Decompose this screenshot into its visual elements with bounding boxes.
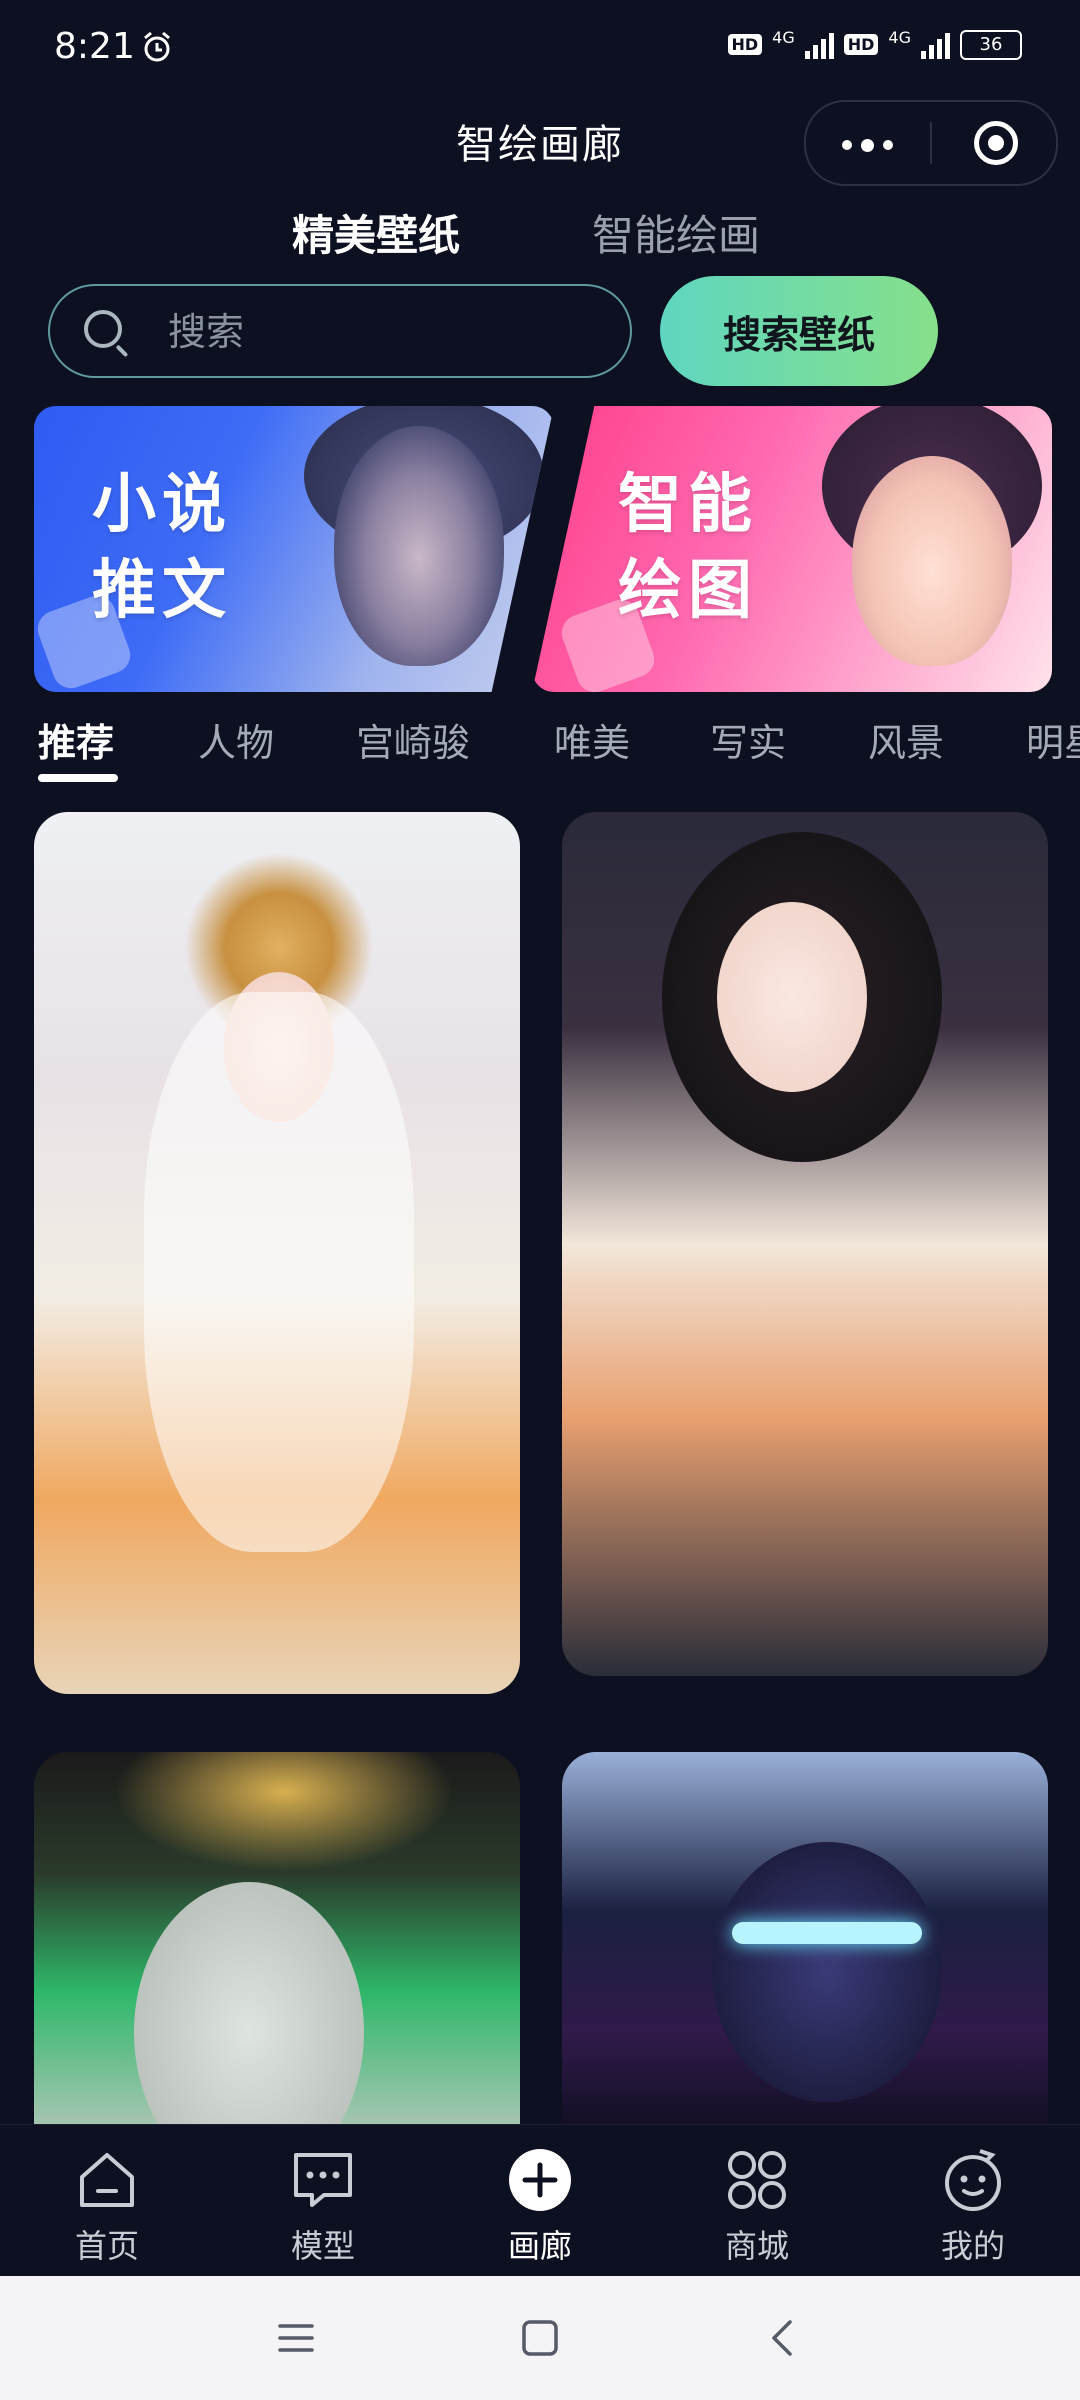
close-target-icon[interactable] xyxy=(974,121,1018,165)
search-wallpaper-button[interactable]: 搜索壁纸 xyxy=(660,276,938,386)
nav-profile[interactable]: 我的 xyxy=(898,2125,1048,2277)
banner-title-line2: 绘图 xyxy=(618,554,758,628)
banner-ai-drawing[interactable]: 智能 绘图 xyxy=(532,406,1052,692)
category-tab-miyazaki[interactable]: 宫崎骏 xyxy=(356,712,470,767)
tab-ai-painting[interactable]: 智能绘画 xyxy=(592,202,760,263)
capsule-divider xyxy=(930,122,932,164)
status-indicators: HD 4G HD 4G 36 xyxy=(727,28,1022,61)
category-tab-scenery[interactable]: 风景 xyxy=(868,712,944,767)
smiley-face-icon xyxy=(945,2149,1001,2211)
hd-badge: HD xyxy=(843,34,879,55)
system-nav-bar xyxy=(0,2276,1080,2400)
gallery-card[interactable] xyxy=(562,812,1048,1676)
banner-portrait xyxy=(334,426,504,666)
nav-gallery[interactable]: 画廊 xyxy=(465,2125,615,2277)
nav-label: 画廊 xyxy=(507,2227,572,2265)
back-icon[interactable] xyxy=(760,2314,808,2362)
gallery-card[interactable] xyxy=(34,812,520,1694)
gallery-card[interactable] xyxy=(34,1752,520,2152)
category-tab-celebrity[interactable]: 明星 xyxy=(1026,712,1080,767)
search-input[interactable] xyxy=(166,304,610,360)
signal-icon xyxy=(804,31,834,59)
nav-label: 我的 xyxy=(940,2227,1005,2265)
grid-clover-icon xyxy=(728,2151,786,2209)
nav-label: 商城 xyxy=(724,2227,789,2265)
mini-program-capsule xyxy=(804,100,1058,186)
banner-title-line1: 小说 xyxy=(92,468,232,542)
battery-icon: 36 xyxy=(960,29,1022,60)
plus-circle-icon xyxy=(509,2149,571,2211)
alarm-icon xyxy=(144,31,170,62)
artwork-hair xyxy=(712,1842,942,2102)
search-box[interactable] xyxy=(48,284,632,378)
banner-title-line2: 推文 xyxy=(92,554,232,628)
more-dots-icon[interactable] xyxy=(842,138,893,152)
nav-home[interactable]: 首页 xyxy=(32,2125,182,2277)
nav-store[interactable]: 商城 xyxy=(682,2125,832,2277)
hd-badge: HD xyxy=(727,34,763,55)
network-label: 4G xyxy=(888,28,911,47)
artwork-visor xyxy=(732,1922,922,1944)
bottom-nav: 首页 模型 画廊 商城 我的 xyxy=(0,2124,1080,2277)
status-time: 8:21 xyxy=(54,26,135,67)
category-tab-recommend[interactable]: 推荐 xyxy=(38,712,114,767)
gallery-card[interactable] xyxy=(562,1752,1048,2152)
home-square-icon[interactable] xyxy=(516,2314,564,2362)
chat-bubble-icon xyxy=(294,2153,352,2207)
artwork-face xyxy=(134,1882,364,2152)
home-icon xyxy=(80,2153,134,2207)
category-tab-realistic[interactable]: 写实 xyxy=(710,712,786,767)
network-label: 4G xyxy=(772,28,795,47)
banner-novel-promo[interactable]: 小说 推文 xyxy=(34,406,554,692)
artwork-crown xyxy=(114,1752,454,1872)
tab-wallpaper[interactable]: 精美壁纸 xyxy=(292,202,460,263)
search-icon xyxy=(84,310,122,348)
nav-label: 首页 xyxy=(74,2227,139,2265)
nav-label: 模型 xyxy=(290,2227,355,2265)
nav-model[interactable]: 模型 xyxy=(248,2125,398,2277)
artwork-hair xyxy=(144,992,414,1552)
category-tab-aesthetic[interactable]: 唯美 xyxy=(554,712,630,767)
active-tab-indicator xyxy=(38,774,118,782)
menu-icon[interactable] xyxy=(272,2314,320,2362)
signal-icon xyxy=(921,31,950,59)
category-tabs: 推荐 人物 宫崎骏 唯美 写实 风景 明星 xyxy=(0,712,1080,782)
banner-portrait xyxy=(852,456,1012,666)
category-tab-people[interactable]: 人物 xyxy=(198,712,274,767)
banner-title-line1: 智能 xyxy=(618,468,758,542)
artwork-face xyxy=(717,902,867,1092)
